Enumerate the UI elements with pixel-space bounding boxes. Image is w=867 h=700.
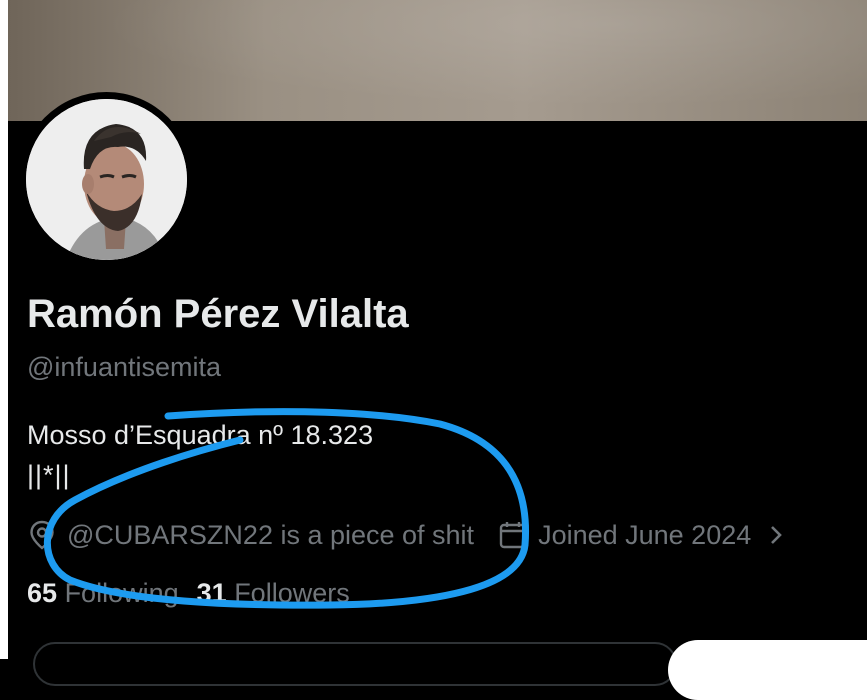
followers-label: Followers	[234, 578, 350, 608]
calendar-icon	[498, 520, 528, 550]
display-name: Ramón Pérez Vilalta	[27, 292, 409, 336]
following-label: Following	[64, 578, 179, 608]
action-button[interactable]	[668, 640, 867, 700]
avatar[interactable]	[26, 99, 187, 260]
username-handle: @infuantisemita	[27, 352, 221, 382]
followers-count: 31	[196, 578, 227, 608]
followers-link[interactable]: 31 Followers	[197, 578, 350, 609]
profile-tab-pill[interactable]	[33, 642, 677, 686]
bio-line-2: ||*||	[27, 460, 71, 490]
follow-stats: 65 Following 31 Followers	[27, 578, 368, 609]
location-pin-icon	[27, 520, 57, 550]
following-count: 65	[27, 578, 58, 608]
location-text: @CUBARSZN22 is a piece of shit	[67, 519, 475, 550]
following-link[interactable]: 65 Following	[27, 578, 179, 609]
joined-date: Joined June 2024	[538, 519, 752, 550]
profile-meta-row: @CUBARSZN22 is a piece of shit Joined Ju…	[27, 518, 801, 552]
bio-line-1: Mosso d’Esquadra nº 18.323	[27, 420, 374, 450]
window-edge	[0, 0, 8, 659]
chevron-right-icon[interactable]	[761, 520, 791, 550]
avatar-portrait	[26, 99, 187, 260]
